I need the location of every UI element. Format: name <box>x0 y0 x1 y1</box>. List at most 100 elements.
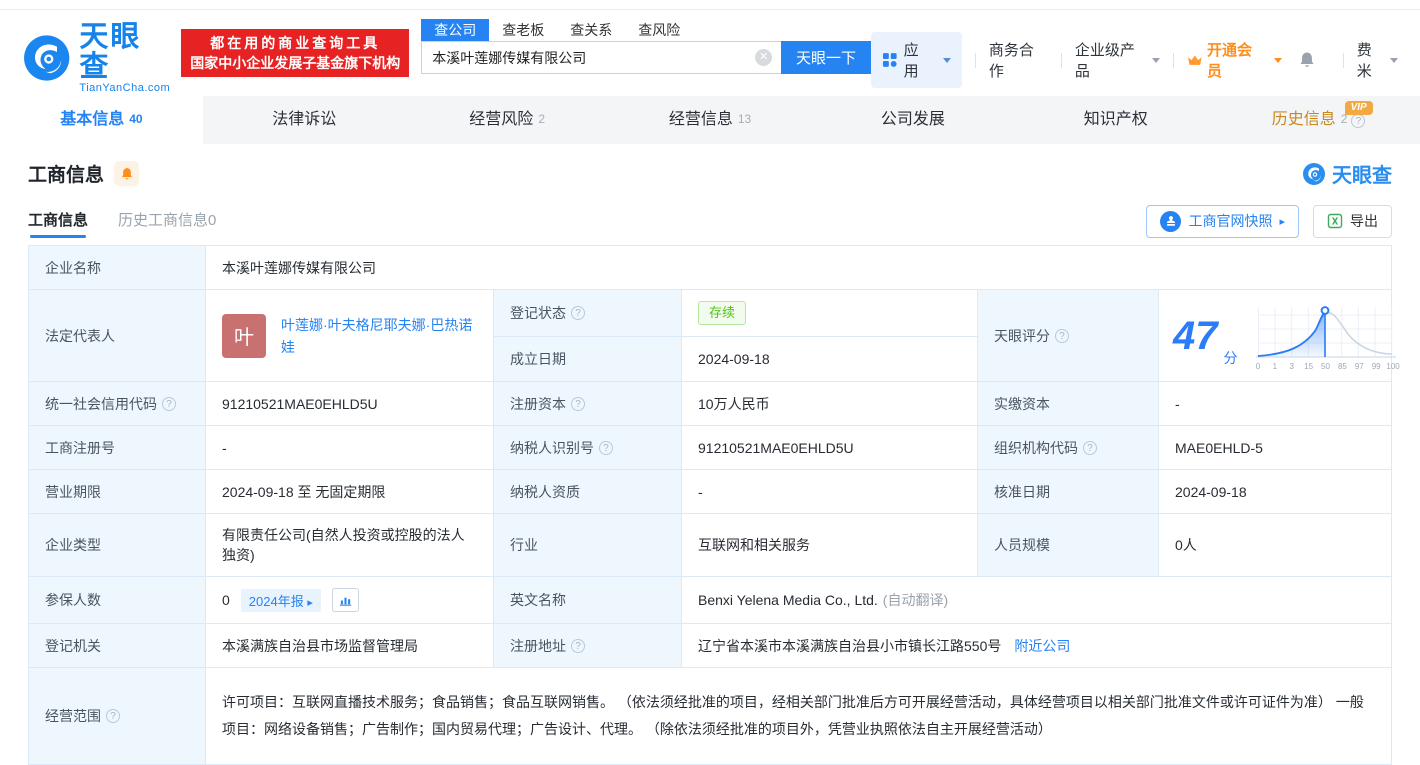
nav-tab[interactable]: 法律诉讼 <box>203 96 406 144</box>
table-row: 经营范围 ? 许可项目：互联网直播技术服务；食品销售；食品互联网销售。 （依法须… <box>29 668 1391 765</box>
header-menu: 应用 商务合作 企业级产品 开通会员 费米 <box>871 32 1398 88</box>
company-name-value: 本溪叶莲娜传媒有限公司 <box>222 259 376 276</box>
export-button[interactable]: 导出 <box>1313 204 1392 238</box>
official-snapshot-button[interactable]: 工商官网快照 ▸ <box>1146 204 1299 238</box>
subscribe-bell-icon[interactable] <box>114 161 140 186</box>
apps-menu[interactable]: 应用 <box>871 32 962 88</box>
search-type-tab[interactable]: 查风险 <box>625 19 693 41</box>
tab-history-business-info[interactable]: 历史工商信息0 <box>118 198 216 244</box>
nav-tab[interactable]: 历史信息 2 VIP? <box>1217 96 1420 144</box>
table-row: 参保人数 0 2024年报 ▸ 英文名称 Benxi Yelena Media … <box>29 577 1391 624</box>
help-icon[interactable]: ? <box>162 396 176 411</box>
menu-vip[interactable]: 开通会员 <box>1187 39 1282 81</box>
arrow-right-icon: ▸ <box>307 596 313 609</box>
field-value: - <box>206 426 494 469</box>
score-distribution-chart: 0 1 3 15 50 85 97 99 100 <box>1250 301 1402 371</box>
search-input[interactable] <box>421 41 782 74</box>
company-nav-tabs: 基本信息 40 法律诉讼 经营风险 2 经营信息 13 公司发展 知识产权 历史信息 2 VIP? <box>0 96 1420 144</box>
nav-tab[interactable]: 基本信息 40 <box>0 96 203 144</box>
score-chart-tick: 99 <box>1371 361 1381 371</box>
vip-label: 开通会员 <box>1207 42 1253 80</box>
help-icon[interactable]: ? <box>106 709 120 723</box>
field-value: 10万人民币 <box>682 382 978 425</box>
field-value: 91210521MAE0EHLD5U <box>682 426 978 469</box>
menu-enterprise[interactable]: 企业级产品 <box>1075 39 1161 81</box>
subtab-bar: 工商信息 历史工商信息0 工商官网快照 ▸ 导出 <box>28 197 1392 245</box>
clear-search-icon[interactable]: ✕ <box>755 49 773 66</box>
score-value: 47 <box>1173 313 1218 358</box>
field-label: 登记机关 <box>29 624 206 667</box>
nav-tab[interactable]: 公司发展 <box>811 96 1014 144</box>
nav-tab-label: 公司发展 <box>880 111 945 128</box>
chart-icon[interactable] <box>331 588 359 612</box>
status-subgrid: 登记状态 ? 存续 成立日期 2024-09-18 <box>494 290 978 381</box>
field-value: 2024-09-18 <box>1175 483 1247 500</box>
field-label: 人员规模 <box>978 514 1159 576</box>
search-button[interactable]: 天眼一下 <box>781 41 872 74</box>
status-badge: 存续 <box>698 301 747 325</box>
help-icon[interactable]: ? <box>571 638 585 653</box>
legal-rep-link[interactable]: 叶莲娜·叶夫格尼耶夫娜·巴热诺娃 <box>281 314 477 358</box>
field-label: 企业类型 <box>29 514 206 576</box>
snapshot-label: 工商官网快照 <box>1188 213 1273 229</box>
field-label: 核准日期 <box>978 470 1159 513</box>
menu-user[interactable]: 费米 <box>1357 39 1398 81</box>
divider <box>1173 52 1175 68</box>
nav-tab[interactable]: 经营信息 13 <box>609 96 812 144</box>
business-scope-value: 许可项目：互联网直播技术服务；食品销售；食品互联网销售。 （依法须经批准的项目，… <box>222 694 1364 737</box>
brand-name: 天眼查 <box>79 21 142 83</box>
nav-tab[interactable]: 经营风险 2 <box>406 96 609 144</box>
nav-tab[interactable]: 知识产权 <box>1014 96 1217 144</box>
score-cell: 47 分 0 1 3 15 50 85 97 99 100 <box>1159 290 1416 381</box>
search-type-tab[interactable]: 查老板 <box>489 19 557 41</box>
chevron-down-icon <box>942 57 951 63</box>
search-type-tab[interactable]: 查公司 <box>421 19 490 41</box>
section-title: 工商信息 <box>28 165 105 186</box>
divider <box>974 52 976 68</box>
help-icon[interactable]: ? <box>1055 328 1069 343</box>
nav-tab-count: 2 <box>538 112 545 126</box>
table-row: 企业名称 本溪叶莲娜传媒有限公司 <box>29 246 1391 290</box>
score-chart-tick: 0 <box>1255 361 1261 371</box>
table-row: 登记机关 本溪满族自治县市场监督管理局 注册地址 ? 辽宁省本溪市本溪满族自治县… <box>29 624 1391 668</box>
annual-report-badge[interactable]: 2024年报 ▸ <box>240 588 321 612</box>
nav-tab-label: 基本信息 <box>60 111 125 128</box>
help-icon[interactable]: ? <box>599 440 613 455</box>
business-info-table: 企业名称 本溪叶莲娜传媒有限公司 法定代表人 叶 叶莲娜·叶夫格尼耶夫娜·巴热诺… <box>28 245 1400 765</box>
menu-cooperation[interactable]: 商务合作 <box>989 39 1048 81</box>
section-header: 工商信息 天眼查 <box>28 144 1392 197</box>
field-label: 纳税人识别号? <box>494 426 682 469</box>
search-type-tabs: 查公司 查老板 查关系 查风险 <box>421 19 871 41</box>
nav-tab-label: 历史信息 <box>1271 111 1336 128</box>
logo-swirl-icon <box>24 35 70 81</box>
registry-value: 本溪满族自治县市场监督管理局 <box>206 624 494 667</box>
nearby-companies-link[interactable]: 附近公司 <box>1014 636 1070 656</box>
search-type-tab[interactable]: 查关系 <box>557 19 625 41</box>
tianyancha-logo[interactable]: 天眼查 TianYanCha.com <box>22 22 171 94</box>
nav-tab-count: 40 <box>129 112 143 126</box>
excel-icon <box>1327 213 1343 229</box>
enterprise-label: 企业级产品 <box>1074 42 1135 80</box>
status-value-cell: 存续 <box>682 290 977 336</box>
field-label: 注册资本? <box>494 382 682 425</box>
table-row: 营业期限 2024-09-18 至 无固定期限 纳税人资质 - 核准日期 2024-09-… <box>29 470 1391 514</box>
help-icon[interactable]: ? <box>571 306 585 320</box>
field-label: 注册地址 ? <box>494 624 682 667</box>
help-icon[interactable]: ? <box>571 396 585 411</box>
field-value: MAE0EHLD-5 <box>1175 439 1263 456</box>
help-icon[interactable]: ? <box>1083 440 1097 455</box>
legal-rep-cell: 叶 叶莲娜·叶夫格尼耶夫娜·巴热诺娃 <box>206 290 494 381</box>
brand-domain: TianYanCha.com <box>79 82 171 94</box>
field-value: 0人 <box>1175 537 1197 553</box>
field-value: - <box>682 470 978 513</box>
top-divider <box>0 0 1420 10</box>
table-row: 法定代表人 叶 叶莲娜·叶夫格尼耶夫娜·巴热诺娃 登记状态 ? 存续 成立日期 <box>29 290 1400 382</box>
apps-grid-icon <box>883 53 897 67</box>
avatar[interactable]: 叶 <box>222 313 266 358</box>
nav-tab-label: 经营风险 <box>469 111 534 128</box>
field-label: 法定代表人 <box>29 290 206 381</box>
help-icon[interactable]: ? <box>1351 114 1366 128</box>
english-name-value: Benxi Yelena Media Co., Ltd. <box>698 592 878 608</box>
notification-bell-icon[interactable] <box>1298 51 1316 69</box>
tab-business-info[interactable]: 工商信息 <box>28 198 88 244</box>
